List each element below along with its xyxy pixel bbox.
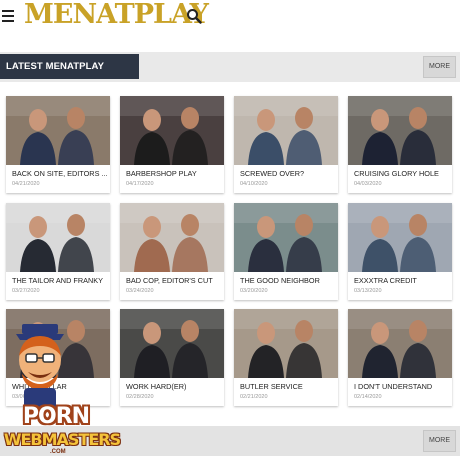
movie-title[interactable]: BAD COP, EDITOR'S CUT bbox=[126, 276, 222, 285]
hamburger-icon[interactable] bbox=[2, 10, 14, 22]
movie-title[interactable]: BARBERSHOP PLAY bbox=[126, 169, 222, 178]
movie-card[interactable]: BARBERSHOP PLAY 04/17/2020 bbox=[120, 96, 224, 193]
movie-card[interactable]: I DON'T UNDERSTAND 02/14/2020 bbox=[348, 309, 452, 406]
movie-date: 03/20/2020 bbox=[240, 288, 268, 294]
movie-thumbnail[interactable] bbox=[348, 96, 452, 165]
movie-card[interactable]: SCREWED OVER? 04/10/2020 bbox=[234, 96, 338, 193]
movie-title[interactable]: CRUISING GLORY HOLE bbox=[354, 169, 450, 178]
movie-date: 03/13/2020 bbox=[354, 288, 382, 294]
movie-date: 04/03/2020 bbox=[354, 181, 382, 187]
more-button[interactable]: MORE bbox=[423, 56, 456, 78]
movie-card[interactable]: BAD COP, EDITOR'S CUT 03/24/2020 bbox=[120, 203, 224, 300]
watermark-word-webmasters: WEBMASTERS bbox=[3, 430, 121, 449]
movie-thumbnail[interactable] bbox=[234, 96, 338, 165]
movie-thumbnail[interactable] bbox=[6, 96, 110, 165]
movie-thumbnail[interactable] bbox=[348, 203, 452, 272]
movie-card[interactable]: WORK HARD(ER) 02/28/2020 bbox=[120, 309, 224, 406]
movie-title[interactable]: I DON'T UNDERSTAND bbox=[354, 382, 450, 391]
section-title: LATEST MENATPLAY MOVIES bbox=[0, 54, 139, 97]
search-icon[interactable] bbox=[186, 8, 202, 24]
site-logo[interactable]: MENATPLAY bbox=[24, 0, 209, 30]
movie-title[interactable]: BUTLER SERVICE bbox=[240, 382, 336, 391]
movie-card[interactable]: BUTLER SERVICE 02/21/2020 bbox=[234, 309, 338, 406]
movie-title[interactable]: SCREWED OVER? bbox=[240, 169, 336, 178]
movie-date: 02/21/2020 bbox=[240, 394, 268, 400]
movie-thumbnail[interactable] bbox=[348, 309, 452, 378]
movie-title[interactable]: BACK ON SITE, EDITORS ... bbox=[12, 169, 108, 178]
movie-date: 04/17/2020 bbox=[126, 181, 154, 187]
movie-date: 04/21/2020 bbox=[12, 181, 40, 187]
movie-date: 04/10/2020 bbox=[240, 181, 268, 187]
movie-thumbnail[interactable] bbox=[234, 309, 338, 378]
movie-date: 03/27/2020 bbox=[12, 288, 40, 294]
movie-card[interactable]: THE GOOD NEIGHBOR 03/20/2020 bbox=[234, 203, 338, 300]
bottom-more-button[interactable]: MORE bbox=[423, 430, 456, 452]
watermark-word-porn: PORN bbox=[22, 404, 90, 429]
movie-thumbnail[interactable] bbox=[120, 203, 224, 272]
movie-title[interactable]: THE GOOD NEIGHBOR bbox=[240, 276, 336, 285]
movie-card[interactable]: EXXXTRA CREDIT 03/13/2020 bbox=[348, 203, 452, 300]
movie-title[interactable]: EXXXTRA CREDIT bbox=[354, 276, 450, 285]
movie-thumbnail[interactable] bbox=[120, 96, 224, 165]
movie-thumbnail[interactable] bbox=[6, 203, 110, 272]
movie-thumbnail[interactable] bbox=[120, 309, 224, 378]
mascot-icon bbox=[16, 324, 64, 410]
movie-thumbnail[interactable] bbox=[234, 203, 338, 272]
site-header: MENATPLAY bbox=[0, 0, 460, 38]
watermark-suffix: .COM bbox=[50, 449, 66, 455]
movie-card[interactable]: CRUISING GLORY HOLE 04/03/2020 bbox=[348, 96, 452, 193]
movie-card[interactable]: BACK ON SITE, EDITORS ... 04/21/2020 bbox=[6, 96, 110, 193]
movie-title[interactable]: THE TAILOR AND FRANKY bbox=[12, 276, 108, 285]
watermark-badge: PORN WEBMASTERS .COM bbox=[0, 318, 124, 460]
movie-date: 02/14/2020 bbox=[354, 394, 382, 400]
movie-title[interactable]: WORK HARD(ER) bbox=[126, 382, 222, 391]
movie-card[interactable]: THE TAILOR AND FRANKY 03/27/2020 bbox=[6, 203, 110, 300]
movie-date: 02/28/2020 bbox=[126, 394, 154, 400]
movie-date: 03/24/2020 bbox=[126, 288, 154, 294]
